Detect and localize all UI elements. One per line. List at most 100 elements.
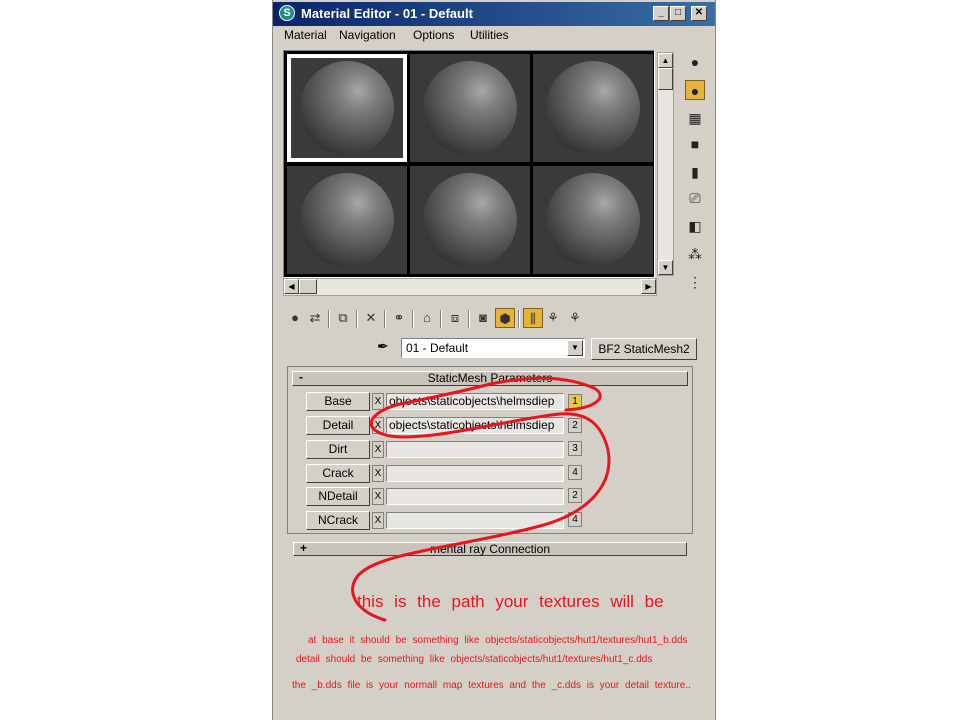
map-path-ndetail[interactable] [386,488,564,505]
sample-type-sphere-icon[interactable]: ● [685,52,705,72]
show-end-result-icon[interactable]: ⬢ [495,308,515,328]
backlight-icon[interactable]: ● [685,80,705,100]
assign-to-selection-icon[interactable]: ⧉ [333,308,353,328]
material-toolbar: ● ⇄ ⧉ ✕ ⚭ ⌂ ⧈ ◙ ⬢ ⫼ ⚘ ⚘ [285,306,595,332]
maximize-icon: □ [674,7,682,18]
clear-map-base[interactable]: X [372,393,384,410]
material-map-navigator-icon[interactable]: ⋮ [685,272,705,292]
go-forward-sibling-icon[interactable]: ⚘ [543,308,563,328]
arrow-up-icon: ▲ [661,56,670,65]
map-channel-ndetail[interactable]: 2 [568,488,582,503]
menu-utilities[interactable]: Utilities [470,28,509,42]
sample-sphere [300,173,394,267]
chevron-down-icon: ▼ [571,343,579,352]
maximize-button[interactable]: □ [670,6,686,21]
close-button[interactable]: ✕ [691,6,707,21]
scroll-right-button[interactable]: ▶ [641,279,656,294]
sample-sphere [546,173,640,267]
video-color-check-icon[interactable]: ▮ [685,162,705,182]
map-channel-detail[interactable]: 2 [568,418,582,433]
scroll-left-button[interactable]: ◀ [284,279,299,294]
menu-navigation[interactable]: Navigation [339,28,396,42]
annotation-line-2: detail should be something like objects/… [296,654,653,665]
material-editor-window: S Material Editor - 01 - Default _ □ ✕ M… [272,0,716,720]
max-app-icon: S [279,5,295,21]
checker-background-icon[interactable]: ▦ [685,108,705,128]
rollout-header[interactable]: - StaticMesh Parameters [292,370,688,386]
toolbar-separator [328,310,330,328]
scroll-thumb[interactable] [658,68,673,90]
mental-ray-rollout-header[interactable]: + mental ray Connection [293,541,687,556]
map-path-base[interactable]: objects\staticobjects\helmsdiep [386,393,564,410]
annotation-line-3: the _b.dds file is your normall map text… [292,680,691,691]
scroll-thumb[interactable] [299,279,317,294]
map-channel-base[interactable]: 1 [568,394,582,409]
map-channel-dirt[interactable]: 3 [568,441,582,456]
toolbar-separator [356,310,358,328]
sample-sphere [300,61,394,155]
close-icon: ✕ [694,7,704,18]
toolbar-separator [518,310,520,328]
make-preview-icon[interactable]: ⎚ [685,188,705,208]
horizontal-scrollbar[interactable]: ◀ ▶ [283,278,657,296]
get-material-icon[interactable]: ● [285,308,305,328]
menu-options[interactable]: Options [413,28,454,42]
clear-map-ndetail[interactable]: X [372,488,384,505]
minimize-icon: _ [658,7,664,18]
eyedropper-icon[interactable]: ✒ [377,338,389,355]
go-to-parent-icon[interactable]: ⫼ [523,308,543,328]
sample-sphere [423,61,517,155]
map-path-detail[interactable]: objects\staticobjects\helmsdiep [386,417,564,434]
material-name-dropdown[interactable]: ▼ [567,340,583,356]
rollout-title: StaticMesh Parameters [427,371,553,385]
map-button-crack[interactable]: Crack [306,464,370,483]
staticmesh-parameters-rollout: - StaticMesh Parameters Base X objects\s… [287,366,693,534]
map-button-detail[interactable]: Detail [306,416,370,435]
clear-map-ncrack[interactable]: X [372,512,384,529]
menu-material[interactable]: Material [284,28,327,42]
sample-slots [283,50,655,278]
toolbar-separator [384,310,386,328]
clear-map-dirt[interactable]: X [372,441,384,458]
minimize-button[interactable]: _ [653,6,669,21]
reset-map-icon[interactable]: ✕ [361,308,381,328]
map-path-dirt[interactable] [386,441,564,458]
options-icon[interactable]: ◧ [685,216,705,236]
map-button-ncrack[interactable]: NCrack [306,511,370,530]
map-channel-crack[interactable]: 4 [568,465,582,480]
sample-uv-tiling-icon[interactable]: ■ [685,134,705,154]
sample-slot-3[interactable] [533,54,653,162]
material-name-field[interactable]: 01 - Default [401,338,585,358]
title-bar[interactable]: S Material Editor - 01 - Default _ □ ✕ [273,2,715,26]
show-map-in-viewport-icon[interactable]: ◙ [473,308,493,328]
make-unique-icon[interactable]: ⚭ [389,308,409,328]
sample-sphere [423,173,517,267]
pick-material-icon[interactable]: ⚘ [565,308,585,328]
clear-map-crack[interactable]: X [372,465,384,482]
material-effects-channel-icon[interactable]: ⧈ [445,308,465,328]
sample-slot-6[interactable] [533,166,653,274]
sample-slot-5[interactable] [410,166,530,274]
scroll-down-button[interactable]: ▼ [658,260,673,275]
arrow-right-icon: ▶ [645,282,652,291]
clear-map-detail[interactable]: X [372,417,384,434]
sample-slot-4[interactable] [287,166,407,274]
put-to-scene-icon[interactable]: ⇄ [305,308,325,328]
map-button-dirt[interactable]: Dirt [306,440,370,459]
material-type-button[interactable]: BF2 StaticMesh2 [591,338,697,360]
map-path-crack[interactable] [386,465,564,482]
arrow-down-icon: ▼ [661,263,670,272]
toolbar-separator [468,310,470,328]
select-by-material-icon[interactable]: ⁂ [685,244,705,264]
scroll-up-button[interactable]: ▲ [658,53,673,68]
sample-sphere [546,61,640,155]
sample-slot-2[interactable] [410,54,530,162]
map-button-ndetail[interactable]: NDetail [306,487,370,506]
sample-slot-1[interactable] [287,54,407,162]
vertical-scrollbar[interactable]: ▲ ▼ [657,52,674,276]
arrow-left-icon: ◀ [288,282,295,291]
map-path-ncrack[interactable] [386,512,564,529]
map-button-base[interactable]: Base [306,392,370,411]
map-channel-ncrack[interactable]: 4 [568,512,582,527]
put-to-library-icon[interactable]: ⌂ [417,308,437,328]
